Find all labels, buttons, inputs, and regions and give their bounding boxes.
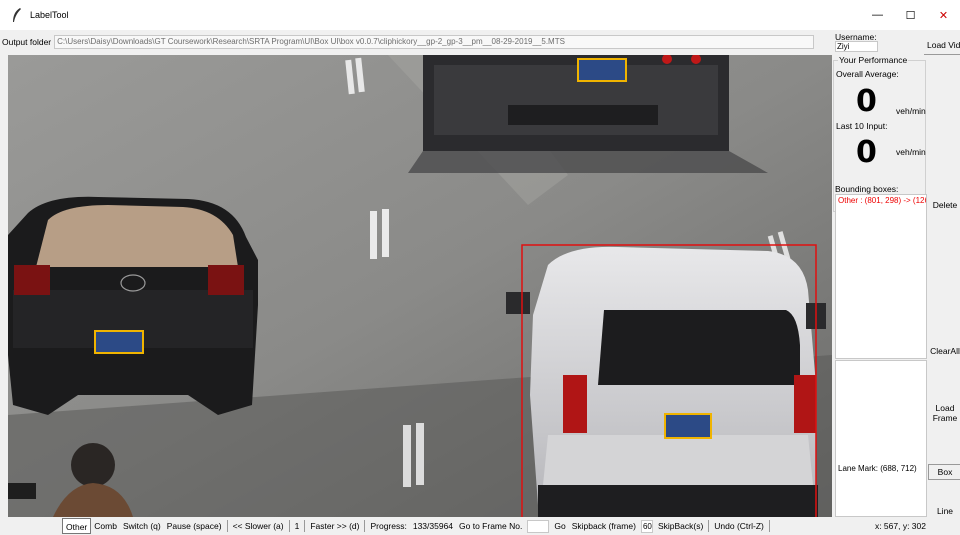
labeltool-window: LabelTool — ☐ ✕ Output folder C:\Users\D… — [0, 0, 960, 535]
pause-button[interactable]: Pause (space) — [164, 518, 225, 534]
list-item[interactable]: Lane Mark: (688, 712) — [836, 463, 919, 474]
slower-button[interactable]: << Slower (a) — [230, 518, 287, 534]
toolbar-divider — [226, 520, 228, 532]
progress-value: 133/35964 — [412, 521, 454, 531]
last10-value: 0 — [856, 135, 877, 170]
lane-dash — [416, 423, 424, 485]
output-folder-bar: Output folder C:\Users\Daisy\Downloads\G… — [0, 30, 832, 54]
goto-frame-label: Go to Frame No. — [459, 521, 523, 531]
category-comb-radio[interactable]: Comb — [91, 518, 120, 534]
lane-dash — [382, 209, 389, 257]
last10-unit: veh/min — [896, 147, 926, 157]
progress-label: Progress: — [370, 521, 407, 531]
window-controls: — ☐ ✕ — [861, 0, 960, 30]
toolbar-divider — [304, 520, 306, 532]
lane-mark-list[interactable]: Lane Mark: (688, 712) — [835, 360, 927, 517]
title-bar: LabelTool — ☐ ✕ — [0, 0, 960, 30]
performance-legend: Your Performance — [838, 55, 909, 65]
lane-dash — [370, 211, 377, 259]
skipback-frame-input[interactable]: 60 — [640, 519, 653, 533]
undo-button[interactable]: Undo (Ctrl-Z) — [711, 518, 767, 534]
bounding-boxes-label: Bounding boxes: — [835, 184, 899, 194]
switch-button[interactable]: Switch (q) — [120, 518, 164, 534]
maximize-button[interactable]: ☐ — [894, 0, 927, 30]
load-frame-label-line1: Load — [935, 402, 955, 413]
load-video-button[interactable]: Load Video — [924, 36, 960, 55]
overall-average-value: 0 — [856, 84, 877, 119]
bounding-box-list[interactable]: Other : (801, 298) -> (1266 — [835, 194, 927, 359]
toolbar-divider — [364, 520, 366, 532]
lane-dash — [403, 425, 411, 487]
speed-value: 1 — [294, 521, 300, 531]
feather-icon — [10, 8, 24, 22]
list-item[interactable]: Other : (801, 298) -> (1266 — [836, 195, 926, 206]
toolbar-divider — [708, 520, 710, 532]
skipback-button[interactable]: SkipBack(s) — [655, 518, 706, 534]
right-panel: Username: Ziyi Load Video Your Performan… — [832, 30, 960, 520]
go-button[interactable]: Go — [551, 518, 568, 534]
white-minivan — [506, 246, 826, 517]
video-canvas[interactable] — [8, 55, 832, 517]
category-other-radio[interactable]: Other — [62, 518, 92, 534]
faster-button[interactable]: Faster >> (d) — [307, 518, 362, 534]
toolbar-divider — [288, 520, 290, 532]
load-frame-button[interactable]: Load Frame — [928, 390, 960, 435]
output-folder-path[interactable]: C:\Users\Daisy\Downloads\GT Coursework\R… — [54, 35, 815, 49]
close-button[interactable]: ✕ — [927, 0, 960, 30]
black-car — [8, 196, 258, 415]
load-frame-label-line2: Frame — [932, 412, 958, 423]
overall-average-label: Overall Average: — [836, 69, 899, 79]
clearall-button[interactable]: ClearAll — [928, 340, 960, 362]
masked-license-plate — [664, 413, 712, 439]
window-title: LabelTool — [30, 10, 69, 20]
delete-button[interactable]: Delete — [928, 194, 960, 216]
skipback-frame-label: Skipback (frame) — [571, 521, 636, 531]
video-frame — [8, 55, 832, 517]
goto-frame-input[interactable] — [527, 519, 550, 533]
overall-average-unit: veh/min — [896, 106, 926, 116]
output-folder-label: Output folder — [2, 37, 52, 47]
masked-license-plate — [94, 330, 144, 354]
toolbar-divider — [768, 520, 770, 532]
masked-license-plate — [577, 58, 627, 82]
username-input[interactable]: Ziyi — [835, 41, 878, 52]
box-mode-button[interactable]: Box — [928, 464, 960, 480]
minimize-button[interactable]: — — [861, 0, 894, 30]
bottom-toolbar: Other Comb Switch (q) Pause (space) << S… — [0, 517, 960, 535]
last10-label: Last 10 Input: — [836, 121, 888, 131]
cursor-coordinates: x: 567, y: 302 — [874, 521, 926, 531]
